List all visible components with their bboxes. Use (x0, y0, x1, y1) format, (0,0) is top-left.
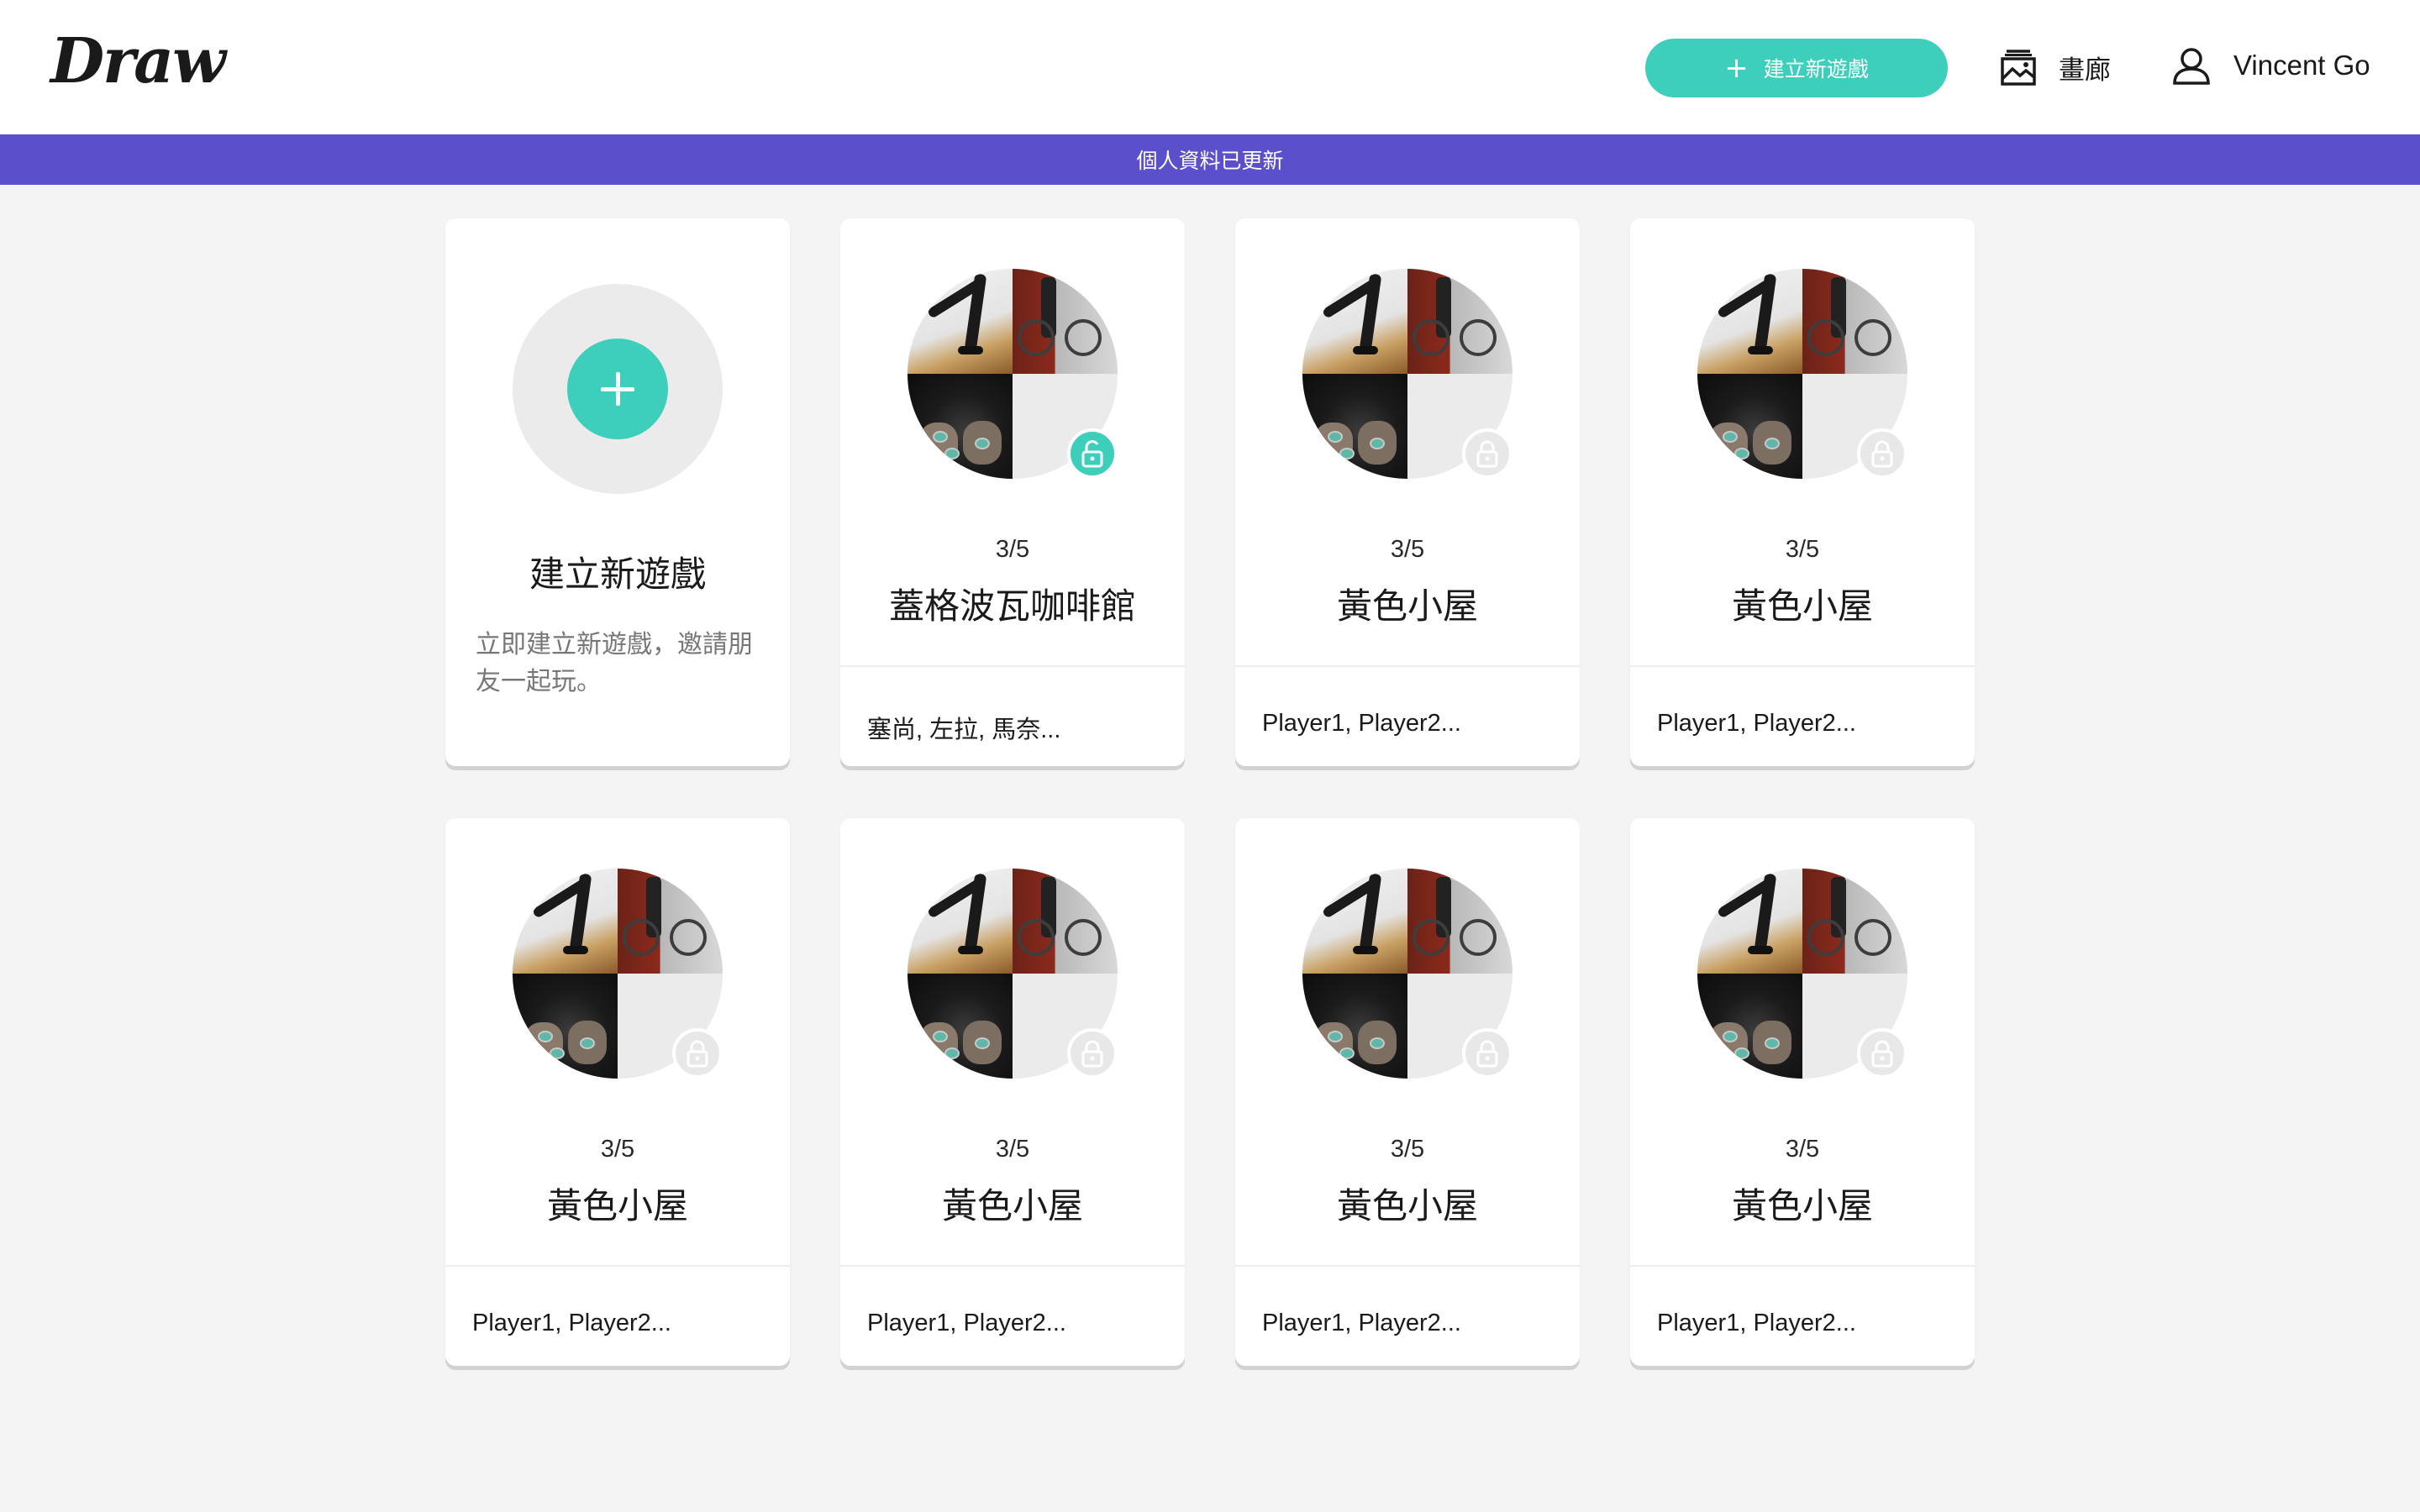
game-room-card[interactable]: 3/5 黃色小屋 Player1, Player2... (1630, 818, 1975, 1366)
plus-icon[interactable] (567, 339, 668, 439)
player-list: Player1, Player2... (1657, 1310, 1856, 1336)
player-list: Player1, Player2... (1262, 1310, 1461, 1336)
room-avatar (513, 869, 723, 1079)
new-game-button[interactable]: + 建立新遊戲 (1645, 39, 1948, 97)
room-title: 黃色小屋 (941, 1185, 1083, 1226)
create-game-description: 立即建立新遊戲，邀請朋友一起玩。 (476, 630, 753, 696)
avatar-photo-hands (908, 374, 1013, 479)
user-icon (2173, 48, 2210, 85)
game-room-card[interactable]: 3/5 蓋格波瓦咖啡館 塞尚, 左拉, 馬奈... (840, 218, 1185, 766)
avatar-photo-bicycle (618, 869, 723, 974)
top-header: Draw + 建立新遊戲 畫廊 Vincent Go (0, 0, 2420, 134)
app-logo[interactable]: Draw (50, 25, 226, 97)
create-game-title: 建立新遊戲 (529, 554, 706, 595)
player-count: 3/5 (1785, 536, 1820, 563)
avatar-photo-bicycle (1802, 269, 1907, 374)
unlock-icon (1067, 428, 1118, 479)
lock-icon (1857, 1028, 1907, 1079)
room-avatar (908, 269, 1118, 479)
create-game-circle (513, 284, 723, 494)
room-title: 黃色小屋 (546, 1185, 688, 1226)
lock-icon (1462, 428, 1512, 479)
lock-icon (1462, 1028, 1512, 1079)
player-count: 3/5 (1390, 536, 1425, 563)
room-avatar (908, 869, 1118, 1079)
avatar-photo-legs (1302, 269, 1407, 374)
gallery-icon (2001, 50, 2036, 86)
notification-banner: 個人資料已更新 (0, 134, 2420, 185)
game-room-card[interactable]: 3/5 黃色小屋 Player1, Player2... (1235, 218, 1580, 766)
gallery-label: 畫廊 (2059, 55, 2111, 86)
lock-icon (1857, 428, 1907, 479)
lock-icon (672, 1028, 723, 1079)
player-list: Player1, Player2... (1262, 710, 1461, 737)
room-avatar (1697, 269, 1907, 479)
player-list: Player1, Player2... (867, 1310, 1066, 1336)
game-room-card[interactable]: 3/5 黃色小屋 Player1, Player2... (1235, 818, 1580, 1366)
avatar-photo-legs (1302, 869, 1407, 974)
avatar-photo-legs (513, 869, 618, 974)
card-divider (840, 665, 1185, 667)
avatar-photo-hands (1302, 974, 1407, 1079)
card-divider (840, 1265, 1185, 1267)
player-list: Player1, Player2... (1657, 710, 1856, 737)
avatar-photo-hands (513, 974, 618, 1079)
player-count: 3/5 (1390, 1136, 1425, 1163)
gallery-link[interactable]: 畫廊 (2000, 42, 2111, 92)
avatar-photo-hands (1697, 974, 1802, 1079)
avatar-photo-hands (908, 974, 1013, 1079)
avatar-photo-hands (1697, 374, 1802, 479)
user-name: Vincent Go (2233, 50, 2370, 81)
avatar-photo-bicycle (1013, 869, 1118, 974)
player-count: 3/5 (995, 536, 1030, 563)
player-count: 3/5 (1785, 1136, 1820, 1163)
room-title: 蓋格波瓦咖啡館 (888, 585, 1136, 627)
room-avatar (1302, 269, 1512, 479)
avatar-photo-legs (1697, 869, 1802, 974)
create-game-card[interactable]: 建立新遊戲 立即建立新遊戲，邀請朋友一起玩。 (445, 218, 790, 766)
room-title: 黃色小屋 (1336, 1185, 1478, 1226)
room-title: 黃色小屋 (1336, 585, 1478, 627)
avatar-photo-bicycle (1407, 869, 1512, 974)
avatar-photo-legs (1697, 269, 1802, 374)
banner-message: 個人資料已更新 (1136, 149, 1284, 173)
game-room-card[interactable]: 3/5 黃色小屋 Player1, Player2... (840, 818, 1185, 1366)
game-room-card[interactable]: 3/5 黃色小屋 Player1, Player2... (445, 818, 790, 1366)
card-divider (1235, 1265, 1580, 1267)
card-divider (1630, 665, 1975, 667)
card-divider (445, 1265, 790, 1267)
player-count: 3/5 (995, 1136, 1030, 1163)
player-list: Player1, Player2... (472, 1310, 671, 1336)
avatar-photo-bicycle (1013, 269, 1118, 374)
card-divider (1235, 665, 1580, 667)
game-room-card[interactable]: 3/5 黃色小屋 Player1, Player2... (1630, 218, 1975, 766)
avatar-photo-legs (908, 869, 1013, 974)
avatar-photo-bicycle (1407, 269, 1512, 374)
avatar-photo-hands (1302, 374, 1407, 479)
lock-icon (1067, 1028, 1118, 1079)
new-game-button-label: 建立新遊戲 (1763, 57, 1869, 81)
player-count: 3/5 (600, 1136, 635, 1163)
room-avatar (1302, 869, 1512, 1079)
plus-icon: + (1724, 51, 1749, 85)
avatar-photo-legs (908, 269, 1013, 374)
player-list: 塞尚, 左拉, 馬奈... (867, 717, 1061, 743)
room-title: 黃色小屋 (1731, 1185, 1873, 1226)
room-title: 黃色小屋 (1731, 585, 1873, 627)
card-divider (1630, 1265, 1975, 1267)
user-profile-link[interactable]: Vincent Go (2171, 40, 2370, 91)
avatar-photo-bicycle (1802, 869, 1907, 974)
room-avatar (1697, 869, 1907, 1079)
